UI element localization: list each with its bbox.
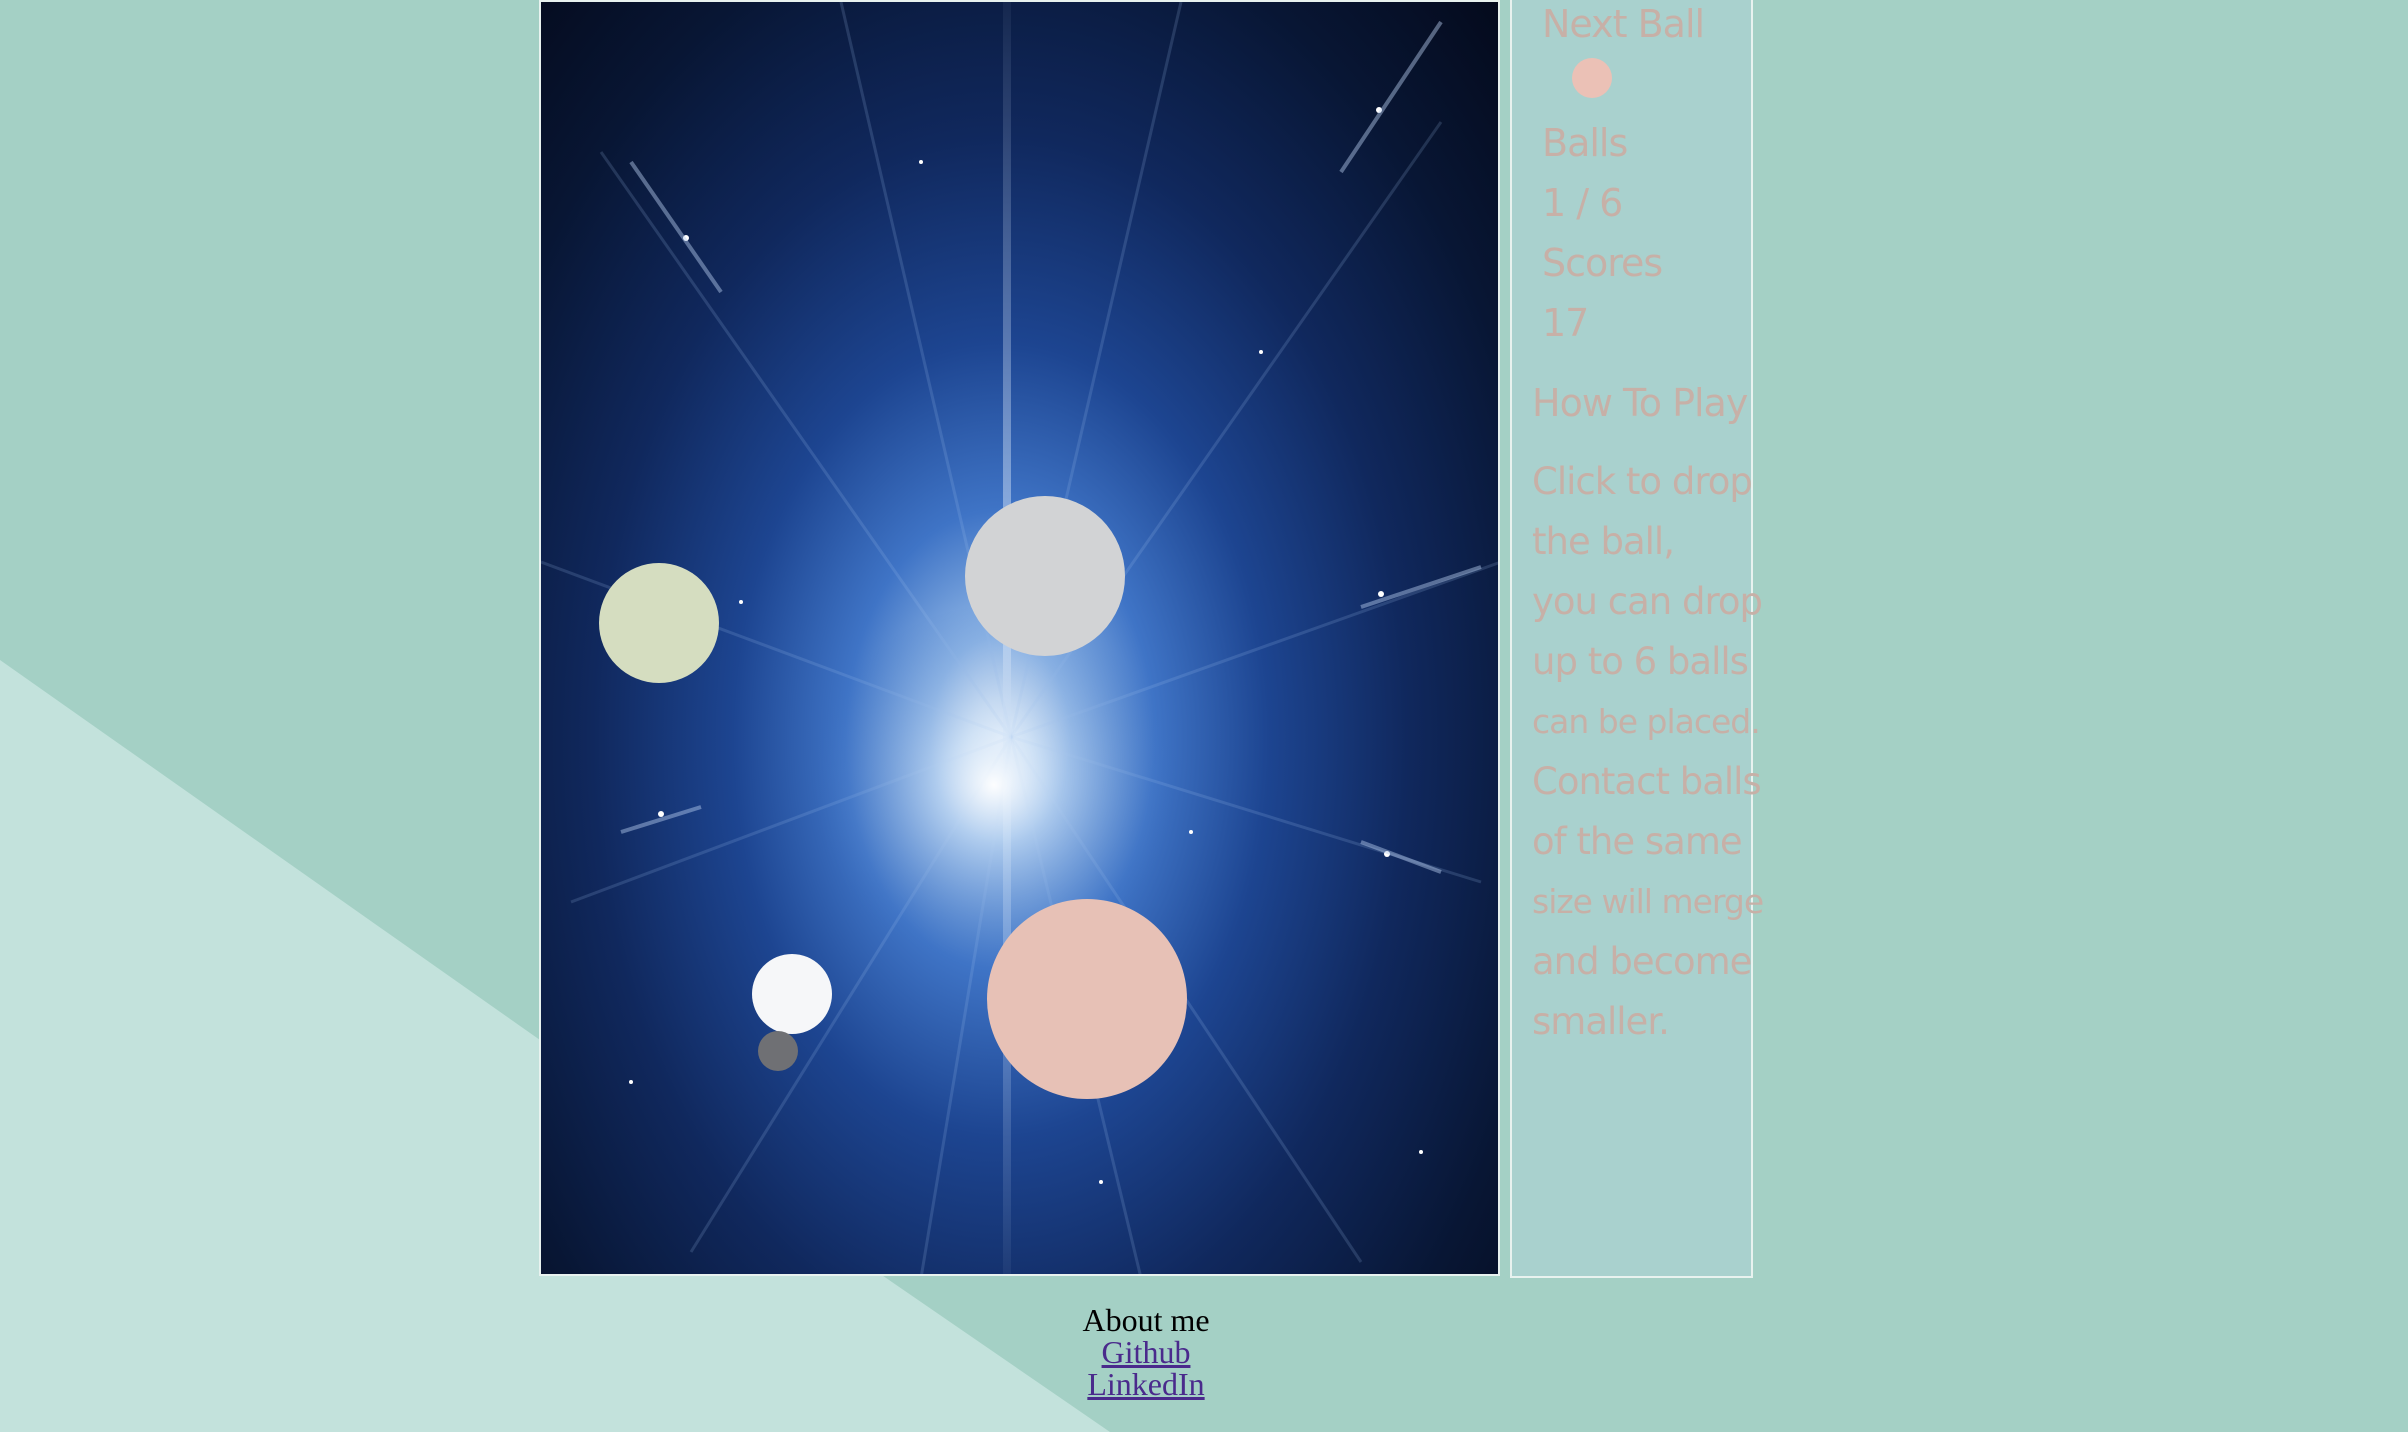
next-ball-preview: [1572, 58, 1612, 98]
how-to-play-title: How To Play: [1532, 381, 1748, 425]
next-ball-label: Next Ball: [1542, 2, 1705, 46]
how-to-play-line: up to 6 balls: [1532, 640, 1749, 683]
side-panel: Next Ball Balls 1 / 6 Scores 17 How To P…: [1510, 0, 1764, 1278]
how-to-play-line: the ball,: [1532, 520, 1675, 563]
game-canvas[interactable]: [539, 0, 1500, 1276]
linkedin-link[interactable]: LinkedIn: [1046, 1368, 1246, 1400]
how-to-play-line: you can drop: [1532, 580, 1763, 623]
game-ball-grey: [965, 496, 1125, 656]
how-to-play-line: Contact balls: [1532, 760, 1762, 803]
footer: About me Github LinkedIn: [1046, 1304, 1246, 1400]
game-ball-dark-grey: [758, 1031, 798, 1071]
scores-label: Scores: [1542, 241, 1663, 285]
how-to-play-line: size will merge: [1532, 882, 1764, 921]
game-ball-peach: [987, 899, 1187, 1099]
how-to-play-text: Click to drop the ball, you can drop up …: [1532, 452, 1764, 1052]
how-to-play-line: of the same: [1532, 820, 1743, 863]
balls-label: Balls: [1542, 121, 1628, 165]
scores-value: 17: [1542, 301, 1589, 345]
how-to-play-line: smaller.: [1532, 1000, 1670, 1043]
about-me-label: About me: [1082, 1302, 1210, 1338]
balls-count: 1 / 6: [1542, 181, 1623, 225]
game-ball-sage: [599, 563, 719, 683]
how-to-play-line: and become: [1532, 940, 1752, 983]
how-to-play-line: can be placed.: [1532, 702, 1761, 741]
github-link[interactable]: Github: [1046, 1336, 1246, 1368]
how-to-play-line: Click to drop: [1532, 460, 1753, 503]
game-ball-white: [752, 954, 832, 1034]
